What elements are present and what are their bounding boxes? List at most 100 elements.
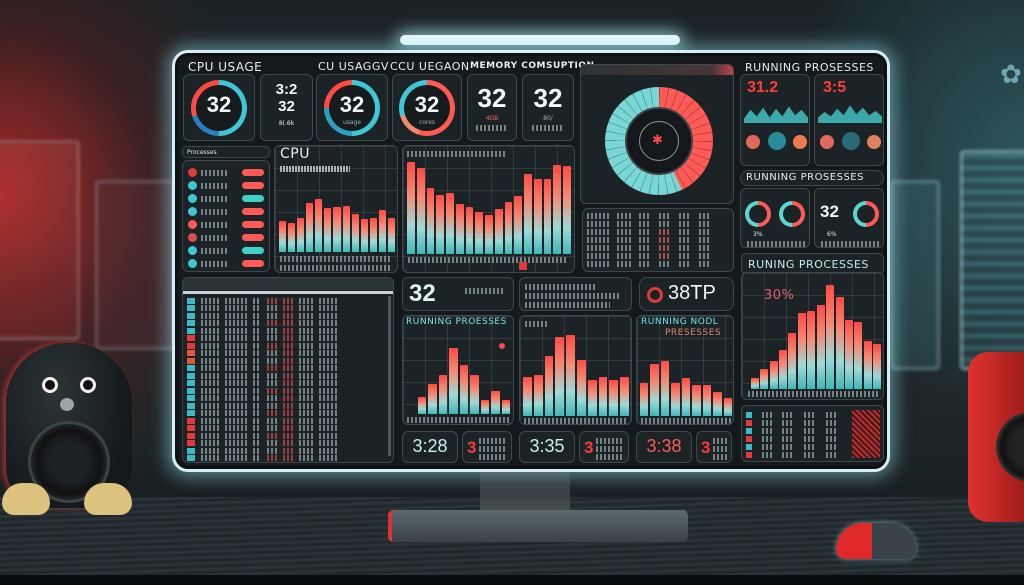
table-cell (659, 245, 671, 251)
chart-bar (807, 310, 816, 389)
table-row[interactable] (587, 229, 731, 236)
chart-bar (504, 202, 513, 254)
detail-line (713, 438, 729, 444)
table-row[interactable] (587, 253, 731, 260)
table-cell (253, 395, 261, 401)
chart-bar (620, 377, 629, 416)
table-row[interactable] (187, 350, 391, 356)
table-row[interactable] (187, 395, 391, 401)
table-row[interactable] (187, 440, 391, 446)
side-list-item[interactable] (188, 219, 264, 230)
radial-gauge-panel[interactable]: ✱ (580, 64, 734, 204)
table-row[interactable] (187, 305, 391, 311)
table-row[interactable] (187, 455, 391, 461)
table-row[interactable] (746, 444, 846, 450)
table-row[interactable] (187, 417, 391, 424)
table-row[interactable] (187, 312, 391, 319)
side-list-item[interactable] (188, 271, 264, 272)
table-row[interactable] (187, 357, 391, 364)
bottom-stat-card[interactable]: 3:35 (519, 431, 575, 463)
side-list-item[interactable] (188, 245, 264, 256)
table-row[interactable] (187, 342, 391, 349)
process-icon-orange (793, 135, 807, 149)
process-side-list[interactable] (182, 160, 270, 272)
table-cell (319, 320, 337, 326)
table-row[interactable] (746, 436, 846, 442)
table-row[interactable] (746, 428, 846, 434)
process-list-panel[interactable] (182, 277, 394, 463)
table-cell (225, 395, 247, 401)
side-list-item[interactable] (188, 258, 264, 269)
process-card-1[interactable]: 31.2 (740, 74, 810, 166)
table-cell (299, 312, 313, 319)
table-row[interactable] (187, 432, 391, 439)
mini-gauge-card-2[interactable]: 32 6% (814, 188, 884, 248)
mini-gauge-card-1[interactable]: 3% (740, 188, 810, 248)
memory-card-2[interactable]: 32 80/ (522, 74, 574, 141)
running-chart-panel[interactable] (519, 315, 632, 425)
cpu-gauge-card[interactable]: 32 (183, 74, 255, 141)
table-row[interactable] (187, 410, 391, 416)
table-row[interactable] (187, 297, 391, 304)
table-row[interactable] (187, 425, 391, 431)
running-node-chart-panel[interactable]: RUNNING NODL PRESESSES (636, 315, 734, 425)
bottom-stat-detail[interactable]: 3 (579, 431, 629, 463)
table-cell (299, 342, 313, 349)
bottom-stat-detail[interactable]: 3 (696, 431, 732, 463)
table-row[interactable] (587, 261, 731, 268)
chart-bar (609, 379, 619, 416)
process-table[interactable] (582, 208, 734, 272)
table-row[interactable] (187, 387, 391, 394)
table-row[interactable] (187, 402, 391, 409)
cpu-util-gauge-card[interactable]: 32 cores (392, 74, 462, 141)
running-node-chart-title-2: PRESESSES (665, 328, 722, 338)
side-list-item[interactable] (188, 206, 264, 217)
table-row[interactable] (187, 327, 391, 334)
side-list-item[interactable] (188, 180, 264, 191)
table-row[interactable] (746, 412, 846, 418)
table-row[interactable] (187, 365, 391, 371)
running-processes-header-bar[interactable]: RUNNING PROSESSES (740, 170, 884, 186)
memory-chart-panel[interactable] (402, 145, 575, 273)
process-icon-red (746, 135, 760, 149)
legend-swatch (519, 262, 527, 270)
table-cell (283, 395, 293, 401)
cpu-stack-card[interactable]: 3:2 32 8(.6k (260, 74, 313, 141)
bottom-stat-detail[interactable]: 3 (462, 431, 512, 463)
runing-processes-chart-panel[interactable]: 30% (741, 272, 884, 400)
x-axis-labels (407, 417, 511, 423)
table-row[interactable] (187, 380, 391, 386)
stat-card-32[interactable]: 32 (402, 277, 514, 311)
table-cell (319, 395, 337, 401)
cpu-usage-gauge-card[interactable]: 32 usage (316, 74, 388, 141)
table-row[interactable] (587, 237, 731, 244)
side-list-header[interactable]: Processes (182, 146, 270, 158)
table-row[interactable] (187, 447, 391, 454)
table-row[interactable] (587, 245, 731, 252)
running-processes-chart-panel[interactable]: RUNNING PROESSES (402, 315, 514, 425)
process-icon-red (820, 135, 834, 149)
right-data-table[interactable] (741, 405, 884, 462)
info-card[interactable] (519, 277, 632, 311)
table-row[interactable] (746, 420, 846, 426)
table-row[interactable] (587, 213, 731, 220)
table-row[interactable] (187, 372, 391, 379)
process-card-2[interactable]: 3:5 (814, 74, 884, 166)
bottom-stat-card[interactable]: 3:38 (636, 431, 692, 463)
side-list-item[interactable] (188, 193, 264, 204)
table-row[interactable] (187, 335, 391, 341)
side-list-item[interactable] (188, 167, 264, 178)
table-row[interactable] (587, 221, 731, 228)
bottom-stat-card[interactable]: 3:28 (402, 431, 458, 463)
table-cell (225, 447, 247, 454)
table-cell (299, 432, 313, 439)
scrollbar[interactable] (388, 296, 391, 456)
memory-card-1[interactable]: 32 4GB (467, 74, 517, 141)
chart-bar (769, 361, 778, 389)
table-row[interactable] (746, 452, 846, 458)
cpu-chart-panel[interactable]: CPU (274, 145, 398, 273)
table-row[interactable] (187, 320, 391, 326)
side-list-item[interactable] (188, 232, 264, 243)
chart-bar (436, 194, 445, 254)
status-card[interactable]: 38TP (639, 277, 734, 311)
